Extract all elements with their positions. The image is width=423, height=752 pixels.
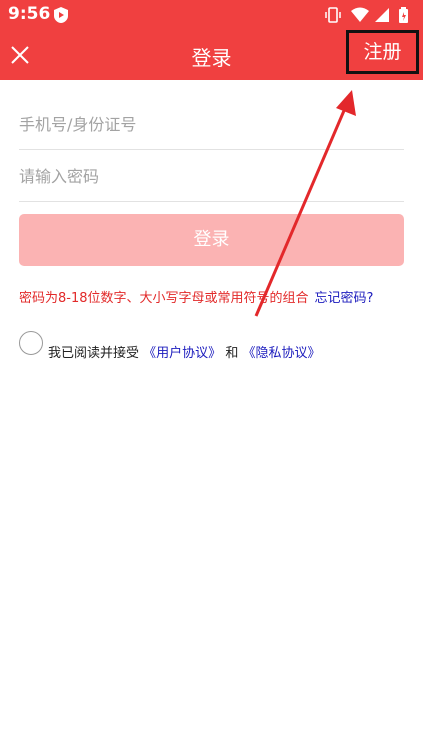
agreement-checkbox[interactable]	[19, 331, 43, 355]
vibrate-icon	[325, 7, 341, 23]
phone-id-input[interactable]	[19, 99, 404, 149]
signal-icon	[375, 8, 389, 22]
agreement-prefix: 我已阅读并接受	[48, 346, 140, 361]
agreement-conjunction: 和	[225, 346, 239, 361]
password-field	[19, 151, 404, 202]
status-icons	[325, 7, 408, 23]
battery-icon	[399, 7, 408, 23]
password-rule-text: 密码为8-18位数字、大小写字母或常用符号的组合	[19, 291, 309, 306]
title-bar: 登录 注册	[0, 30, 423, 80]
privacy-policy-link[interactable]: 《隐私协议》	[242, 346, 320, 361]
register-button[interactable]: 注册	[346, 30, 419, 74]
status-bar: 9:56	[0, 0, 423, 30]
wifi-icon	[351, 7, 369, 22]
status-time: 9:56	[8, 4, 51, 24]
user-agreement-link[interactable]: 《用户协议》	[143, 346, 221, 361]
phone-id-field	[19, 99, 404, 150]
password-hint: 密码为8-18位数字、大小写字母或常用符号的组合 忘记密码?	[19, 287, 373, 306]
agreement-text: 我已阅读并接受 《用户协议》 和 《隐私协议》	[48, 342, 320, 361]
app-notification-icon	[54, 7, 68, 23]
login-button[interactable]: 登录	[19, 214, 404, 266]
password-input[interactable]	[19, 151, 404, 201]
forgot-password-link[interactable]: 忘记密码?	[315, 291, 374, 306]
